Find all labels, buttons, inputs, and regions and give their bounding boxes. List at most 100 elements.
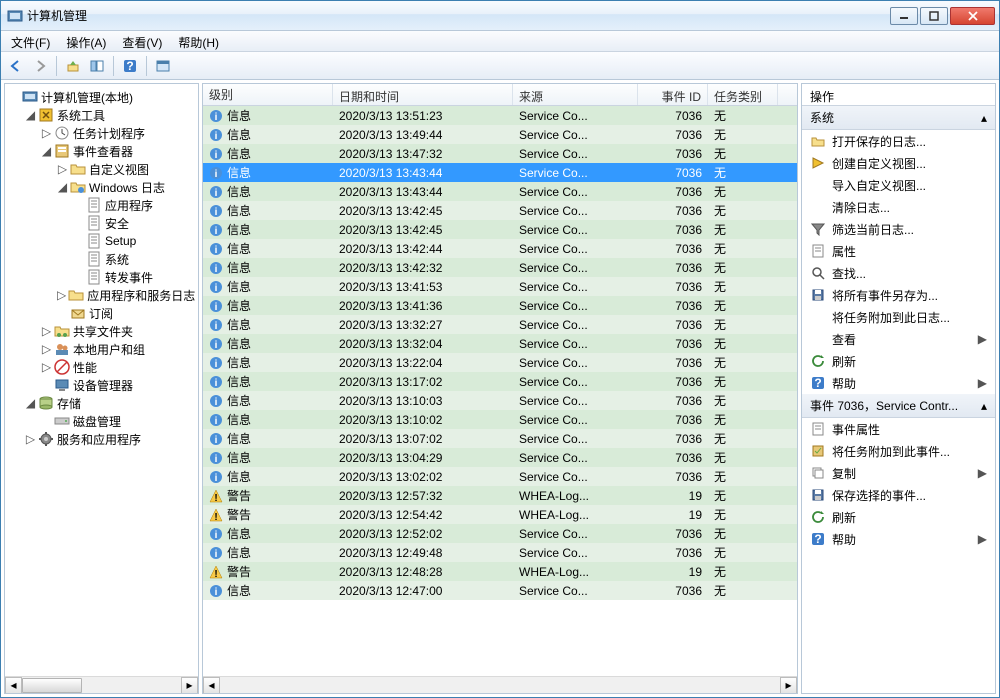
- action-item[interactable]: 将所有事件另存为...: [802, 284, 995, 306]
- event-row[interactable]: i信息2020/3/13 12:52:02Service Co...7036无: [203, 524, 797, 543]
- up-button[interactable]: [62, 55, 84, 77]
- expand-icon[interactable]: [73, 200, 84, 211]
- console-button[interactable]: [152, 55, 174, 77]
- actions-section-system[interactable]: 系统 ▴: [802, 106, 995, 130]
- tree-item[interactable]: 安全: [5, 214, 198, 232]
- scroll-thumb[interactable]: [22, 678, 82, 693]
- actions-section-event[interactable]: 事件 7036，Service Contr... ▴: [802, 394, 995, 418]
- event-row[interactable]: i信息2020/3/13 13:04:29Service Co...7036无: [203, 448, 797, 467]
- expand-icon[interactable]: ◢: [57, 182, 68, 193]
- tree-item[interactable]: ◢系统工具: [5, 106, 198, 124]
- help-button[interactable]: ?: [119, 55, 141, 77]
- event-row[interactable]: i信息2020/3/13 13:10:02Service Co...7036无: [203, 410, 797, 429]
- col-level[interactable]: 级别: [203, 84, 333, 105]
- action-item[interactable]: 创建自定义视图...: [802, 152, 995, 174]
- event-row[interactable]: i信息2020/3/13 13:42:44Service Co...7036无: [203, 239, 797, 258]
- expand-icon[interactable]: ▷: [41, 128, 52, 139]
- menu-file[interactable]: 文件(F): [3, 31, 58, 51]
- expand-icon[interactable]: ▷: [57, 164, 68, 175]
- tree-item[interactable]: ▷自定义视图: [5, 160, 198, 178]
- action-item[interactable]: 导入自定义视图...: [802, 174, 995, 196]
- expand-icon[interactable]: ▷: [41, 326, 52, 337]
- event-row[interactable]: i信息2020/3/13 13:43:44Service Co...7036无: [203, 163, 797, 182]
- tree-item[interactable]: ▷共享文件夹: [5, 322, 198, 340]
- forward-button[interactable]: [29, 55, 51, 77]
- expand-icon[interactable]: [73, 218, 84, 229]
- grid-hscroll[interactable]: ◂ ▸: [203, 676, 797, 693]
- event-row[interactable]: i信息2020/3/13 12:49:48Service Co...7036无: [203, 543, 797, 562]
- expand-icon[interactable]: ◢: [25, 398, 36, 409]
- action-item[interactable]: ?帮助▶: [802, 372, 995, 394]
- tree-hscroll[interactable]: ◂ ▸: [5, 676, 198, 693]
- tree-item[interactable]: 应用程序: [5, 196, 198, 214]
- grid-body[interactable]: i信息2020/3/13 13:51:23Service Co...7036无i…: [203, 106, 797, 676]
- tree-item[interactable]: 设备管理器: [5, 376, 198, 394]
- action-item[interactable]: 刷新: [802, 350, 995, 372]
- expand-icon[interactable]: [9, 92, 20, 103]
- event-row[interactable]: i信息2020/3/13 12:47:00Service Co...7036无: [203, 581, 797, 600]
- tree-item[interactable]: 订阅: [5, 304, 198, 322]
- event-row[interactable]: i信息2020/3/13 13:22:04Service Co...7036无: [203, 353, 797, 372]
- back-button[interactable]: [5, 55, 27, 77]
- event-row[interactable]: i信息2020/3/13 13:32:04Service Co...7036无: [203, 334, 797, 353]
- expand-icon[interactable]: [57, 308, 68, 319]
- action-item[interactable]: 查看▶: [802, 328, 995, 350]
- event-row[interactable]: i信息2020/3/13 13:49:44Service Co...7036无: [203, 125, 797, 144]
- tree-item[interactable]: ▷应用程序和服务日志: [5, 286, 198, 304]
- action-item[interactable]: 将任务附加到此日志...: [802, 306, 995, 328]
- tree-item[interactable]: ▷服务和应用程序: [5, 430, 198, 448]
- scroll-right-button[interactable]: ▸: [780, 677, 797, 694]
- tree-item[interactable]: ▷任务计划程序: [5, 124, 198, 142]
- col-id[interactable]: 事件 ID: [638, 84, 708, 105]
- scroll-right-button[interactable]: ▸: [181, 677, 198, 694]
- minimize-button[interactable]: [890, 7, 918, 25]
- action-item[interactable]: 查找...: [802, 262, 995, 284]
- titlebar[interactable]: 计算机管理: [1, 1, 999, 31]
- event-row[interactable]: i信息2020/3/13 13:41:36Service Co...7036无: [203, 296, 797, 315]
- tree-item[interactable]: Setup: [5, 232, 198, 250]
- expand-icon[interactable]: ▷: [25, 434, 36, 445]
- event-row[interactable]: i信息2020/3/13 13:10:03Service Co...7036无: [203, 391, 797, 410]
- event-row[interactable]: i信息2020/3/13 13:02:02Service Co...7036无: [203, 467, 797, 486]
- event-row[interactable]: i信息2020/3/13 13:42:32Service Co...7036无: [203, 258, 797, 277]
- event-row[interactable]: i信息2020/3/13 13:42:45Service Co...7036无: [203, 201, 797, 220]
- expand-icon[interactable]: ▷: [57, 290, 66, 301]
- expand-icon[interactable]: [41, 416, 52, 427]
- scroll-left-button[interactable]: ◂: [203, 677, 220, 694]
- event-row[interactable]: i信息2020/3/13 13:17:02Service Co...7036无: [203, 372, 797, 391]
- expand-icon[interactable]: [41, 380, 52, 391]
- event-row[interactable]: !警告2020/3/13 12:57:32WHEA-Log...19无: [203, 486, 797, 505]
- tree-item[interactable]: 系统: [5, 250, 198, 268]
- col-date[interactable]: 日期和时间: [333, 84, 513, 105]
- expand-icon[interactable]: [73, 236, 84, 247]
- event-row[interactable]: i信息2020/3/13 13:42:45Service Co...7036无: [203, 220, 797, 239]
- action-item[interactable]: 刷新: [802, 506, 995, 528]
- action-item[interactable]: 事件属性: [802, 418, 995, 440]
- expand-icon[interactable]: ▷: [41, 344, 52, 355]
- scroll-left-button[interactable]: ◂: [5, 677, 22, 694]
- maximize-button[interactable]: [920, 7, 948, 25]
- event-row[interactable]: i信息2020/3/13 13:43:44Service Co...7036无: [203, 182, 797, 201]
- tree-item[interactable]: ◢存储: [5, 394, 198, 412]
- event-row[interactable]: i信息2020/3/13 13:51:23Service Co...7036无: [203, 106, 797, 125]
- close-button[interactable]: [950, 7, 995, 25]
- event-row[interactable]: !警告2020/3/13 12:48:28WHEA-Log...19无: [203, 562, 797, 581]
- tree[interactable]: 计算机管理(本地)◢系统工具▷任务计划程序◢事件查看器▷自定义视图◢Window…: [5, 84, 198, 676]
- show-hide-button[interactable]: [86, 55, 108, 77]
- action-item[interactable]: 筛选当前日志...: [802, 218, 995, 240]
- tree-item[interactable]: ◢Windows 日志: [5, 178, 198, 196]
- expand-icon[interactable]: [73, 254, 84, 265]
- menu-action[interactable]: 操作(A): [58, 31, 114, 51]
- menu-help[interactable]: 帮助(H): [170, 31, 227, 51]
- event-row[interactable]: i信息2020/3/13 13:07:02Service Co...7036无: [203, 429, 797, 448]
- action-item[interactable]: 保存选择的事件...: [802, 484, 995, 506]
- expand-icon[interactable]: ◢: [25, 110, 36, 121]
- action-item[interactable]: 复制▶: [802, 462, 995, 484]
- menu-view[interactable]: 查看(V): [114, 31, 170, 51]
- action-item[interactable]: 将任务附加到此事件...: [802, 440, 995, 462]
- tree-item[interactable]: ▷本地用户和组: [5, 340, 198, 358]
- expand-icon[interactable]: ▷: [41, 362, 52, 373]
- tree-item[interactable]: 磁盘管理: [5, 412, 198, 430]
- event-row[interactable]: i信息2020/3/13 13:41:53Service Co...7036无: [203, 277, 797, 296]
- tree-item[interactable]: ◢事件查看器: [5, 142, 198, 160]
